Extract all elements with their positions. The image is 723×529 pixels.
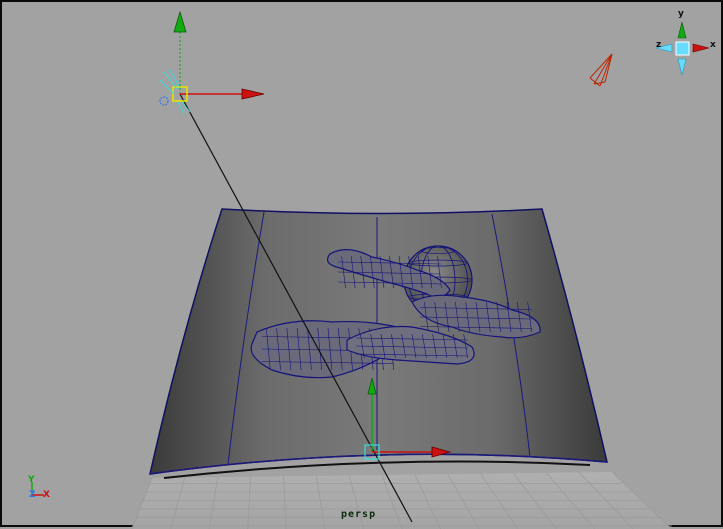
view-cube[interactable] bbox=[655, 21, 710, 76]
axis-z-label: Z bbox=[29, 490, 36, 500]
axis-y-label: Y bbox=[28, 475, 35, 485]
view-cube-y-label: y bbox=[678, 9, 684, 19]
view-cube-face bbox=[675, 41, 690, 56]
scene-canvas[interactable] bbox=[2, 2, 723, 529]
light-y-arrow bbox=[173, 10, 187, 33]
light-manipulator[interactable] bbox=[159, 10, 265, 115]
view-cube-x-label: x bbox=[710, 40, 716, 50]
light-pivot-icon bbox=[159, 96, 169, 106]
view-cube-z-label: z bbox=[656, 40, 662, 50]
view-cube-bottom-cone bbox=[677, 58, 687, 76]
view-cube-x-cone bbox=[692, 43, 710, 53]
axis-x-label: X bbox=[43, 490, 50, 500]
camera-name-label: persp bbox=[341, 509, 377, 520]
ground-grid bbox=[131, 471, 673, 529]
perspective-viewport[interactable]: y z x Y Z X persp bbox=[0, 0, 723, 529]
view-cube-y-cone bbox=[677, 21, 687, 39]
light-x-arrow bbox=[241, 88, 265, 100]
camera-icon[interactable] bbox=[589, 53, 613, 87]
